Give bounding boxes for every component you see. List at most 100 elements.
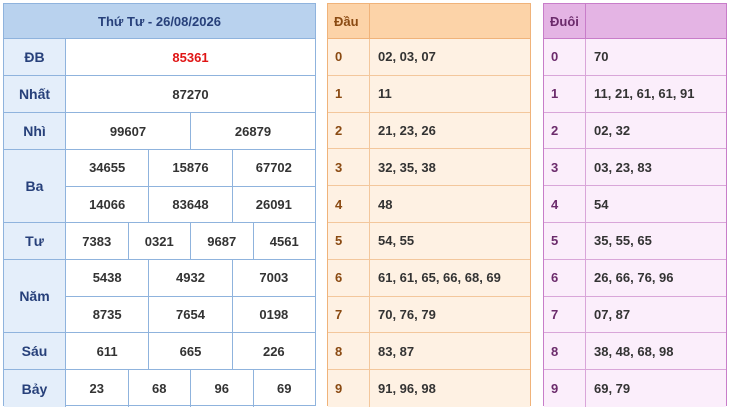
prize-number: 14066 [89,196,126,212]
duoi-values: 35, 55, 65 [594,233,652,249]
dau-key: 3 [328,149,370,186]
prize-number: 23 [89,381,104,396]
dau-row: 2 21, 23, 26 [328,112,530,150]
prize-number: 4932 [148,260,231,296]
dau-key: 0 [328,39,370,75]
duoi-key: 5 [544,222,586,259]
dau-values: 70, 76, 79 [378,306,436,322]
duoi-table: Đuôi 0 70 1 11, 21, 61, 61, 91 2 02, 32 3 03… [543,3,727,407]
duoi-header: Đuôi [544,4,726,39]
duoi-key: 7 [544,296,586,333]
duoi-values: 02, 32 [594,122,631,138]
prize-number: 0198 [231,296,315,332]
prize-label-tu: Tư [4,223,66,259]
prize-number: 68 [127,370,191,407]
prize-number: 26879 [190,113,315,149]
prize-label-ba: Ba [4,150,66,222]
duoi-row: 7 07, 87 [544,296,726,334]
duoi-key: 9 [544,370,586,407]
dau-values: 11 [378,86,392,102]
results-table: Thứ Tư - 26/08/2026 ĐB 85361 Nhất 87270 … [3,3,316,407]
prize-number: 665 [148,333,231,369]
dau-values: 54, 55 [378,233,415,249]
prize-row-nhi: Nhì 99607 26879 [4,113,315,150]
duoi-key: 1 [544,75,586,112]
dau-key: 6 [328,259,370,296]
dau-key: 8 [328,333,370,370]
duoi-row: 1 11, 21, 61, 61, 91 [544,75,726,113]
duoi-values: 38, 48, 68, 98 [594,343,674,359]
prize-number: 26091 [231,186,315,222]
prize-row-tu: Tư 7383 0321 9687 4561 [4,223,315,260]
duoi-row: 6 26, 66, 76, 96 [544,259,726,297]
duoi-key: 4 [544,186,586,222]
prize-number: 9687 [190,223,253,259]
prize-number: 7003 [231,260,315,296]
prize-row-ba: Ba 34655 15876 67702 14066 83648 26091 [4,150,315,223]
special-prize-number: 85361 [172,49,209,65]
prize-label-bay: Bảy [4,370,66,407]
dau-row: 8 83, 87 [328,333,530,371]
prize-number: 8735 [92,306,122,322]
dau-row: 3 32, 35, 38 [328,149,530,187]
prize-row-bay: Bảy 23 68 96 69 [4,370,315,407]
dau-values: 02, 03, 07 [378,49,436,65]
duoi-values: 03, 23, 83 [594,159,652,175]
prize-label-nhat: Nhất [4,76,66,112]
prize-number: 99607 [109,123,147,139]
duoi-row: 5 35, 55, 65 [544,222,726,260]
dau-row: 6 61, 61, 65, 66, 68, 69 [328,259,530,297]
dau-values: 83, 87 [378,343,415,359]
dau-values: 48 [378,196,393,212]
dau-table: Đầu 0 02, 03, 07 1 11 2 21, 23, 26 3 32, 35,… [327,3,531,407]
prize-label-nhi: Nhì [4,113,66,149]
duoi-row: 0 70 [544,39,726,76]
prize-number: 34655 [89,160,126,176]
dau-key: 2 [328,112,370,149]
duoi-row: 8 38, 48, 68, 98 [544,333,726,371]
dau-key: 7 [328,296,370,333]
duoi-key: 0 [544,39,586,75]
duoi-values: 07, 87 [594,306,631,322]
dau-row: 1 11 [328,75,530,113]
prize-number: 5438 [92,270,122,286]
dau-values: 21, 23, 26 [378,122,436,138]
prize-number: 67702 [231,150,315,186]
duoi-values: 70 [594,49,609,65]
prize-number: 611 [96,343,118,359]
duoi-key: 8 [544,333,586,370]
dau-key: 1 [328,75,370,112]
dau-values: 91, 96, 98 [378,381,436,397]
duoi-header-label: Đuôi [544,4,586,38]
dau-row: 4 48 [328,186,530,223]
dau-row: 7 70, 76, 79 [328,296,530,334]
duoi-key: 2 [544,112,586,149]
prize-number: 87270 [172,86,209,102]
dau-key: 5 [328,222,370,259]
prize-row-nam: Năm 5438 4932 7003 8735 7654 0198 [4,260,315,333]
results-date-header: Thứ Tư - 26/08/2026 [4,4,315,39]
dau-row: 0 02, 03, 07 [328,39,530,76]
duoi-values: 54 [594,196,609,212]
dau-header-label: Đầu [328,4,370,38]
prize-number: 7383 [82,233,112,249]
prize-number: 96 [190,370,253,407]
prize-number: 0321 [127,223,191,259]
prize-number: 226 [231,333,315,369]
prize-row-db: ĐB 85361 [4,39,315,76]
duoi-row: 9 69, 79 [544,370,726,407]
dau-row: 5 54, 55 [328,222,530,260]
dau-key: 4 [328,186,370,222]
dau-header: Đầu [328,4,530,39]
dau-key: 9 [328,370,370,407]
prize-row-sau: Sáu 611 665 226 [4,333,315,370]
prize-row-nhat: Nhất 87270 [4,76,315,113]
duoi-row: 3 03, 23, 83 [544,149,726,187]
prize-number: 7654 [148,296,231,332]
prize-number: 4561 [252,223,316,259]
duoi-values: 11, 21, 61, 61, 91 [594,86,695,102]
prize-number: 83648 [148,186,231,222]
duoi-row: 4 54 [544,186,726,223]
duoi-values: 69, 79 [594,381,631,397]
dau-row: 9 91, 96, 98 [328,370,530,407]
